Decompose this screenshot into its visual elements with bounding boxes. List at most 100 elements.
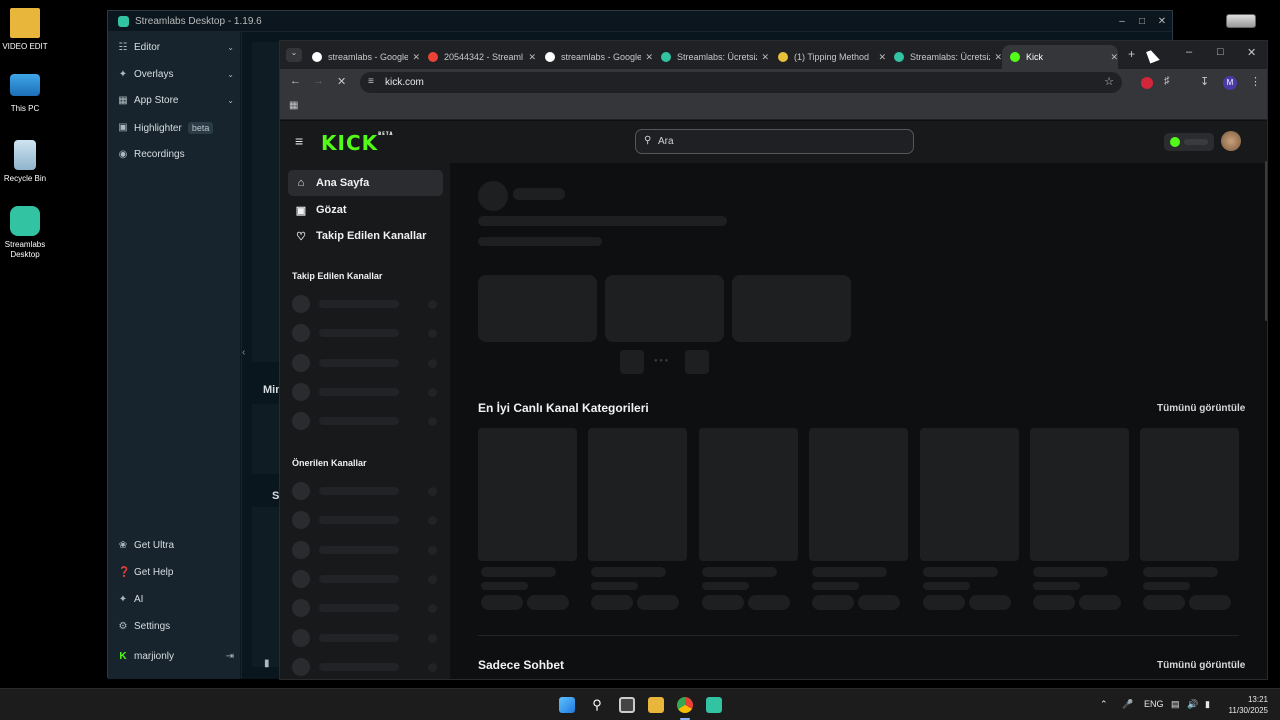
chrome-icon[interactable] [677,697,693,713]
kick-logo[interactable]: KICKBETA [321,131,393,155]
tab-close-icon[interactable]: ✕ [528,52,536,63]
site-info-icon[interactable]: ≡ [368,76,374,87]
language-indicator[interactable]: ENG [1144,699,1164,709]
category-card[interactable] [478,428,577,561]
tab-close-icon[interactable]: ✕ [761,52,769,63]
skeleton-line [319,662,399,671]
file-explorer-icon[interactable] [648,697,664,713]
page-scrollbar[interactable] [1265,161,1267,321]
carousel-card[interactable] [478,275,597,342]
search-placeholder: Ara [658,136,674,147]
menu-kebab-icon[interactable]: ⋮ [1250,75,1261,88]
stats-icon[interactable]: ▮ [264,658,270,669]
desktop-icon-this-pc[interactable]: This PC [0,74,50,114]
user-avatar[interactable] [1221,131,1241,151]
nav-editor[interactable]: ☷ Editor ⌄ [118,42,234,53]
category-card[interactable] [1140,428,1240,561]
carousel-card[interactable] [732,275,851,342]
search-input[interactable]: ⚲ Ara [635,129,914,154]
nav-settings[interactable]: ⚙ Settings [118,621,234,632]
microphone-icon[interactable]: 🎤 [1122,699,1133,710]
chevron-down-icon: ⌄ [227,43,234,52]
nav-browse[interactable]: ▣ Gözat [288,197,443,223]
download-icon[interactable]: ↧ [1200,75,1209,88]
maximize-icon[interactable]: □ [1217,46,1224,58]
windows-start-icon[interactable] [559,697,575,713]
nav-ai[interactable]: ✦ AI [118,594,234,605]
carousel-next-button[interactable] [685,350,709,374]
adblock-extension-icon[interactable] [1141,77,1153,89]
tab-close-icon[interactable]: ✕ [645,52,653,63]
network-icon[interactable]: ▤ [1171,699,1180,710]
nav-get-ultra[interactable]: ❀ Get Ultra [118,540,234,551]
nav-app-store[interactable]: ▦ App Store ⌄ [118,95,234,106]
followed-channels-title: Takip Edilen Kanallar [292,271,383,281]
tab-close-icon[interactable]: ✕ [994,52,1002,63]
chat-only-view-all-link[interactable]: Tümünü görüntüle [1157,660,1245,671]
logout-icon[interactable]: ⇥ [226,651,234,662]
category-card[interactable] [919,428,1019,561]
chevron-down-icon: ⌄ [227,96,234,105]
desktop-icon-streamlabs[interactable]: Streamlabs Desktop [0,206,50,260]
kick-toggle-button[interactable] [1164,133,1214,151]
category-name-skeleton [1143,567,1219,577]
back-icon[interactable]: ← [290,75,301,87]
desktop-icon-recycle-bin[interactable]: Recycle Bin [0,140,50,184]
battery-icon[interactable]: ▮ [1205,699,1210,710]
tab-title: Kick [1026,52,1044,62]
address-bar[interactable]: ≡ kick.com ☆ [360,72,1122,93]
extensions-icon[interactable]: ♯ [1164,75,1170,87]
nav-highlighter[interactable]: ▣ Highlighter beta [118,122,234,134]
user-row[interactable]: K marjionly ⇥ [118,651,234,662]
new-tab-icon[interactable]: + [1128,47,1135,61]
tab-close-icon[interactable]: ✕ [412,52,420,63]
tray-overflow-icon[interactable]: ⌃ [1100,699,1108,710]
stop-loading-icon[interactable]: ✕ [337,75,346,88]
browser-tab[interactable]: 20544342 - Streaml ✕ [420,45,536,69]
browser-tab[interactable]: streamlabs - Google ✕ [537,45,653,69]
category-card[interactable] [698,428,798,561]
tab-favicon-icon [428,52,438,62]
browser-tab[interactable]: streamlabs - Google ✕ [304,45,420,69]
clock[interactable]: 13:21 11/30/2025 [1222,694,1268,716]
volume-icon[interactable]: 🔊 [1187,699,1198,710]
browser-tab[interactable]: Streamlabs: Ücretsiz ✕ [653,45,769,69]
tab-search-icon[interactable]: ⌄ [286,48,302,62]
category-card[interactable] [1030,428,1129,561]
forward-icon[interactable]: → [313,75,324,87]
carousel-card[interactable] [605,275,724,342]
browser-tab[interactable]: Kick ✕ [1002,45,1118,69]
nav-get-help[interactable]: ❓ Get Help [118,567,234,578]
close-icon[interactable]: ✕ [1247,46,1256,59]
close-icon[interactable]: ✕ [1152,16,1172,27]
carousel-prev-button[interactable] [620,350,644,374]
bookmark-star-icon[interactable]: ☆ [1104,75,1114,88]
category-card[interactable] [809,428,909,561]
skeleton-dot [428,604,437,614]
apps-grid-icon[interactable]: ▦ [289,100,298,111]
nav-home[interactable]: ⌂ Ana Sayfa [288,170,443,196]
nav-overlays[interactable]: ✦ Overlays ⌄ [118,69,234,80]
tab-close-icon[interactable]: ✕ [878,52,886,63]
desktop-icon-video-edit[interactable]: VIDEO EDIT [0,8,50,52]
profile-avatar[interactable]: M [1223,76,1237,90]
minimize-icon[interactable]: – [1186,46,1192,58]
category-tag-skeleton [481,595,523,610]
tab-close-icon[interactable]: ✕ [1110,52,1118,63]
hamburger-menu-icon[interactable]: ≡ [295,133,303,149]
nav-recordings[interactable]: ◉ Recordings [118,149,234,160]
browser-tab[interactable]: (1) Tipping Method ✕ [770,45,886,69]
categories-view-all-link[interactable]: Tümünü görüntüle [1157,403,1245,414]
task-view-icon[interactable] [619,697,635,713]
browser-tab[interactable]: Streamlabs: Ücretsiz ✕ [886,45,1002,69]
search-icon[interactable]: ⚲ [589,697,605,713]
skeleton-avatar [292,657,310,676]
drive-icon[interactable] [1226,14,1256,28]
minimize-icon[interactable]: – [1112,16,1132,27]
collapse-arrow-icon[interactable]: ‹ [242,347,245,358]
skeleton-dot [428,574,437,584]
category-card[interactable] [588,428,688,561]
maximize-icon[interactable]: □ [1132,16,1152,27]
nav-following[interactable]: ♡ Takip Edilen Kanallar [288,223,443,249]
streamlabs-taskbar-icon[interactable] [706,697,722,713]
